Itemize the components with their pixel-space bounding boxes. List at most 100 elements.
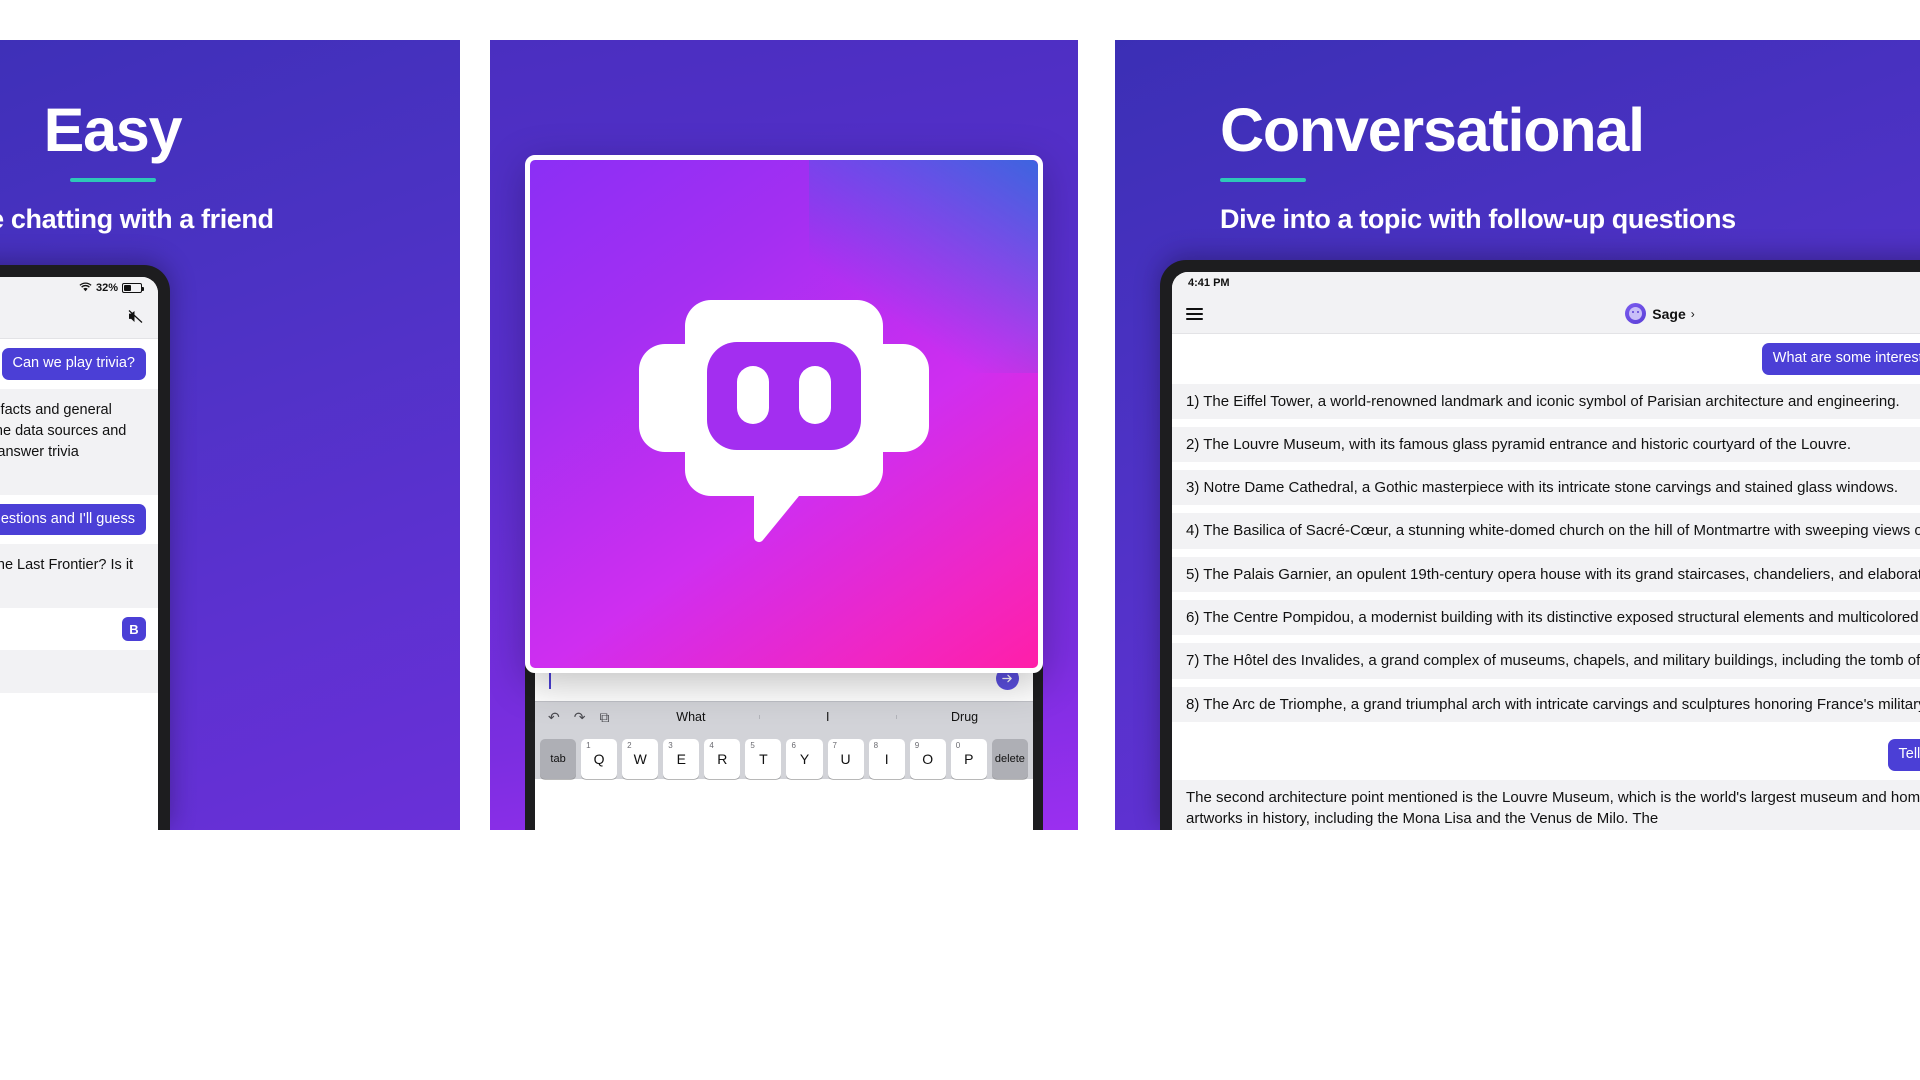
keyboard-key-w[interactable]: 2W (622, 739, 659, 779)
panel-heading-group: Conversational Dive into a topic with fo… (1220, 98, 1920, 235)
chat-row-user: What are some interesting architecture p… (1172, 334, 1920, 384)
chat-message-list[interactable]: What are some interesting architecture p… (1172, 334, 1920, 830)
key-superscript: 6 (791, 741, 796, 750)
chat-navbar: Sage › (1172, 294, 1920, 334)
list-item-spacer (1172, 418, 1920, 427)
status-bar: ••• 32% (0, 277, 158, 299)
list-item-spacer (1172, 678, 1920, 687)
bot-message-text: The second architecture point mentioned … (1172, 779, 1920, 830)
key-label: R (717, 751, 728, 767)
app-icon-card (525, 155, 1043, 673)
bot-message-text: Correct! The answer is Alaska, which is … (0, 661, 144, 682)
title-underline-accent (69, 178, 156, 183)
key-superscript: 1 (586, 741, 591, 750)
keyboard-key-e[interactable]: 3E (663, 739, 700, 779)
list-item-spacer (1172, 462, 1920, 471)
page-subtitle: Like chatting with a friend (0, 204, 274, 235)
key-label: delete (994, 753, 1025, 765)
list-item: 8) The Arc de Triomphe, a grand triumpha… (1172, 686, 1920, 722)
list-item-spacer (1172, 721, 1920, 730)
user-message-bubble: Ok, you ask me the questions and I'll gu… (0, 503, 146, 536)
tablet-mockup-left: ••• 32% Sage › (0, 265, 170, 830)
chat-row-user: B (0, 608, 158, 650)
chat-row-user: Tell me more about the second one (1172, 730, 1920, 780)
key-label: E (676, 751, 686, 767)
key-superscript: 2 (627, 741, 632, 750)
bot-message-text: Sure, I love trivia games. Trivia often … (0, 401, 127, 460)
keyboard-key-tab[interactable]: tab (540, 739, 577, 779)
keyboard-key-t[interactable]: 5T (745, 739, 782, 779)
key-superscript: 9 (914, 741, 920, 750)
battery-icon (122, 283, 144, 293)
wifi-icon (79, 281, 92, 295)
prediction-item[interactable]: Drug (896, 710, 1033, 724)
key-superscript: 8 (873, 741, 879, 750)
keyboard-key-o[interactable]: 9O (909, 739, 946, 779)
architecture-list: 1) The Eiffel Tower, a world-renowned la… (1172, 383, 1920, 730)
keyboard-key-delete[interactable]: delete (991, 739, 1028, 779)
keyboard-key-y[interactable]: 6Y (786, 739, 823, 779)
user-message-bubble: Tell me more about the second one (1887, 738, 1920, 771)
key-label: tab (550, 753, 566, 765)
prediction-item[interactable]: I (759, 710, 896, 724)
tablet-mockup-right: 4:41 PM Sage › What are some interesting… (1160, 260, 1920, 830)
list-item: 1) The Eiffel Tower, a world-renowned la… (1172, 383, 1920, 419)
chevron-right-icon[interactable]: › (1691, 307, 1695, 321)
chat-message-list[interactable]: Can we play trivia? Sure, I love trivia … (0, 339, 158, 830)
promo-panel-easy: Easy Like chatting with a friend ••• 32% (0, 40, 460, 830)
list-item-spacer (1172, 505, 1920, 514)
key-label: W (633, 751, 647, 767)
title-underline-accent (1220, 178, 1306, 183)
panel-heading-group: Easy Like chatting with a friend (0, 98, 460, 235)
list-item: 2) The Louvre Museum, with its famous gl… (1172, 426, 1920, 463)
paste-icon[interactable]: ⧉ (599, 709, 609, 726)
list-item-spacer (1172, 548, 1920, 557)
keyboard-key-u[interactable]: 7U (827, 739, 864, 779)
mute-icon[interactable] (127, 309, 144, 328)
promo-panel-app-icon: ↶ ↷ ⧉ What I Drug tab 1 Q 2 W 3 E 4 R 5 T 6 Y 7 U 8 I 9 O 0… (490, 40, 1078, 830)
avatar (1625, 303, 1647, 324)
list-item: 5) The Palais Garnier, an opulent 19th-c… (1172, 556, 1920, 593)
battery-percent-label: 32% (95, 282, 118, 294)
list-item: 4) The Basilica of Sacré-Cœur, a stunnin… (1172, 513, 1920, 549)
key-label: O (922, 751, 934, 767)
keyboard-tools: ↶ ↷ ⧉ (535, 709, 622, 726)
chat-navbar: Sage › (0, 299, 158, 339)
key-label: U (840, 751, 851, 767)
undo-icon[interactable]: ↶ (548, 709, 560, 726)
key-superscript: 4 (709, 741, 714, 750)
keyboard-key-q[interactable]: 1Q (581, 739, 618, 779)
chat-title: Sage (1652, 305, 1686, 322)
list-item-spacer (1172, 635, 1920, 644)
chat-row-bot: Sure, I love trivia games. Trivia often … (0, 388, 158, 495)
key-superscript: 5 (750, 741, 755, 750)
prediction-bar: ↶ ↷ ⧉ What I Drug (535, 701, 1033, 732)
promo-panel-conversational: Conversational Dive into a topic with fo… (1115, 40, 1920, 830)
list-item: 3) Notre Dame Cathedral, a Gothic master… (1172, 470, 1920, 506)
keyboard-key-row[interactable]: tab 1 Q 2 W 3 E 4 R 5 T 6 Y 7 U 8 I 9 O 0 Pdelete (535, 732, 1033, 779)
list-item-spacer (1172, 592, 1920, 601)
key-superscript: 3 (668, 741, 673, 750)
chat-row-user: Ok, you ask me the questions and I'll gu… (0, 495, 158, 545)
key-label: Y (799, 751, 810, 767)
redo-icon[interactable]: ↷ (574, 709, 586, 726)
chat-row-bot: Correct! The answer is Alaska, which is … (0, 650, 158, 694)
bot-message-text: Sounds good. Here's your first question:… (0, 557, 134, 574)
user-message-bubble: What are some interesting architecture p… (1761, 343, 1920, 375)
status-bar: 4:41 PM (1172, 272, 1920, 294)
keyboard-key-r[interactable]: 4R (704, 739, 741, 779)
key-label: I (884, 751, 889, 767)
key-superscript: 7 (832, 741, 837, 750)
status-time: 4:41 PM (1188, 277, 1230, 289)
hamburger-menu-icon[interactable] (1186, 307, 1203, 320)
keyboard-key-p[interactable]: 0P (950, 739, 987, 779)
keyboard-key-i[interactable]: 8I (868, 739, 905, 779)
page-title: Easy (43, 96, 183, 164)
prediction-item[interactable]: What (622, 710, 759, 724)
page-title: Conversational (1220, 96, 1645, 164)
chat-row-user: Can we play trivia? (0, 339, 158, 389)
chat-robot-logo (619, 262, 949, 567)
tablet-screen: 4:41 PM Sage › What are some interesting… (1172, 272, 1920, 830)
keyboard-screen: ↶ ↷ ⧉ What I Drug tab 1 Q 2 W 3 E 4 R 5 T 6 Y 7 U 8 I 9 O 0… (535, 655, 1033, 830)
list-item: 7) The Hôtel des Invalides, a grand comp… (1172, 643, 1920, 679)
